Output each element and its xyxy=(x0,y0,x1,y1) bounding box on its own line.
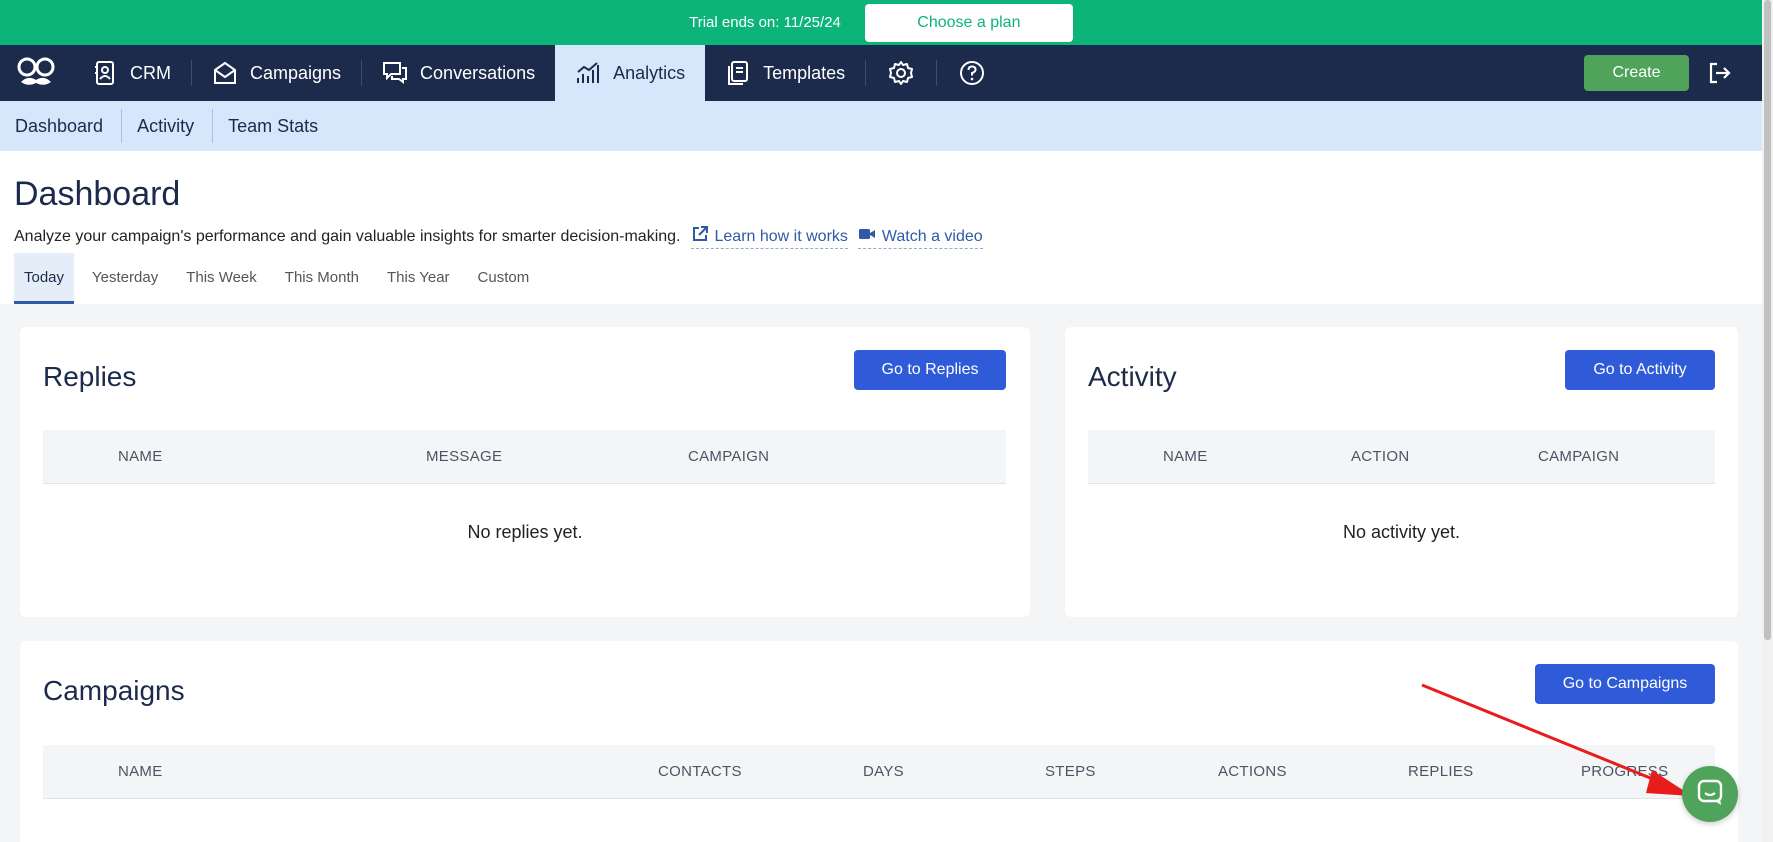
tab-this-month[interactable]: This Month xyxy=(275,253,369,301)
watch-video-link[interactable]: Watch a video xyxy=(857,225,983,249)
column-header[interactable]: ACTIONS xyxy=(1218,763,1287,780)
column-header[interactable]: ACTION xyxy=(1351,448,1409,465)
column-header[interactable]: MESSAGE xyxy=(426,448,502,465)
learn-how-link[interactable]: Learn how it works xyxy=(690,225,848,249)
column-header[interactable]: PROGRESS xyxy=(1581,763,1668,780)
go-to-activity-button[interactable]: Go to Activity xyxy=(1565,350,1715,390)
activity-card: Activity Go to Activity NAME ACTION CAMP… xyxy=(1065,327,1738,617)
column-header[interactable]: REPLIES xyxy=(1408,763,1473,780)
tab-yesterday[interactable]: Yesterday xyxy=(82,253,168,301)
contact-book-icon xyxy=(92,60,118,86)
nav-conversations-label: Conversations xyxy=(420,62,536,83)
nav-crm-label: CRM xyxy=(130,62,171,83)
column-header[interactable]: CAMPAIGN xyxy=(1538,448,1619,465)
video-camera-icon xyxy=(858,225,876,248)
nav-crm[interactable]: CRM xyxy=(72,45,191,101)
replies-table-header: NAME MESSAGE CAMPAIGN xyxy=(43,430,1006,484)
help-icon xyxy=(959,60,985,86)
nav-settings[interactable] xyxy=(866,45,936,101)
column-header[interactable]: NAME xyxy=(118,763,163,780)
scrollbar-thumb[interactable] xyxy=(1764,0,1771,640)
document-icon xyxy=(725,60,751,86)
chat-bubbles-icon xyxy=(382,60,408,86)
column-header[interactable]: NAME xyxy=(118,448,163,465)
gear-icon xyxy=(888,60,914,86)
nav-templates-label: Templates xyxy=(763,62,846,83)
date-range-tabs: Today Yesterday This Week This Month Thi… xyxy=(14,253,547,304)
logo-icon[interactable] xyxy=(0,45,72,101)
page-header: Dashboard Analyze your campaign's perfor… xyxy=(0,151,1762,304)
column-header[interactable]: STEPS xyxy=(1045,763,1096,780)
page-description: Analyze your campaign's performance and … xyxy=(14,228,681,245)
tab-today[interactable]: Today xyxy=(14,253,75,304)
nav-campaigns[interactable]: Campaigns xyxy=(192,45,361,101)
nav-analytics[interactable]: Analytics xyxy=(555,45,706,101)
column-header[interactable]: CONTACTS xyxy=(658,763,742,780)
nav-campaigns-label: Campaigns xyxy=(250,62,342,83)
learn-how-label: Learn how it works xyxy=(714,227,848,245)
sub-nav: Dashboard Activity Team Stats xyxy=(0,101,1762,151)
activity-table-header: NAME ACTION CAMPAIGN xyxy=(1088,430,1715,484)
column-header[interactable]: NAME xyxy=(1163,448,1208,465)
activity-empty-state: No activity yet. xyxy=(1342,522,1461,542)
create-button[interactable]: Create xyxy=(1584,55,1689,91)
page-title: Dashboard xyxy=(14,175,181,213)
activity-title: Activity xyxy=(1088,361,1177,392)
subnav-dashboard[interactable]: Dashboard xyxy=(0,110,121,142)
column-header[interactable]: CAMPAIGN xyxy=(688,448,769,465)
go-to-replies-button[interactable]: Go to Replies xyxy=(854,350,1006,390)
tab-this-year[interactable]: This Year xyxy=(377,253,460,301)
envelope-icon xyxy=(212,60,238,86)
trial-banner: Trial ends on: 11/25/24 Choose a plan xyxy=(0,0,1762,45)
chat-support-button[interactable] xyxy=(1682,766,1738,822)
subnav-team-stats[interactable]: Team Stats xyxy=(213,110,336,142)
replies-title: Replies xyxy=(43,361,137,392)
nav-help[interactable] xyxy=(937,45,1007,101)
page-subtitle: Analyze your campaign's performance and … xyxy=(14,225,983,249)
tab-this-week[interactable]: This Week xyxy=(176,253,267,301)
chat-icon xyxy=(1696,778,1724,811)
replies-card: Replies Go to Replies NAME MESSAGE CAMPA… xyxy=(20,327,1030,617)
campaigns-table-header: NAME CONTACTS DAYS STEPS ACTIONS REPLIES… xyxy=(43,745,1715,799)
trial-end-text: Trial ends on: 11/25/24 xyxy=(689,14,841,31)
watch-video-label: Watch a video xyxy=(881,227,983,245)
column-header[interactable]: DAYS xyxy=(863,763,904,780)
campaigns-card: Campaigns Go to Campaigns NAME CONTACTS … xyxy=(20,641,1738,842)
nav-templates[interactable]: Templates xyxy=(705,45,865,101)
subnav-activity[interactable]: Activity xyxy=(122,110,212,142)
main-nav: CRM Campaigns Conversations Analytics Te… xyxy=(0,45,1762,101)
logout-icon[interactable] xyxy=(1706,59,1734,87)
choose-plan-button[interactable]: Choose a plan xyxy=(864,3,1073,42)
campaigns-title: Campaigns xyxy=(43,675,185,706)
external-link-icon xyxy=(691,225,709,248)
go-to-campaigns-button[interactable]: Go to Campaigns xyxy=(1535,664,1715,704)
nav-analytics-label: Analytics xyxy=(613,62,686,83)
replies-empty-state: No replies yet. xyxy=(467,522,583,542)
nav-conversations[interactable]: Conversations xyxy=(362,45,555,101)
tab-custom[interactable]: Custom xyxy=(468,253,540,301)
bar-chart-icon xyxy=(575,60,601,86)
